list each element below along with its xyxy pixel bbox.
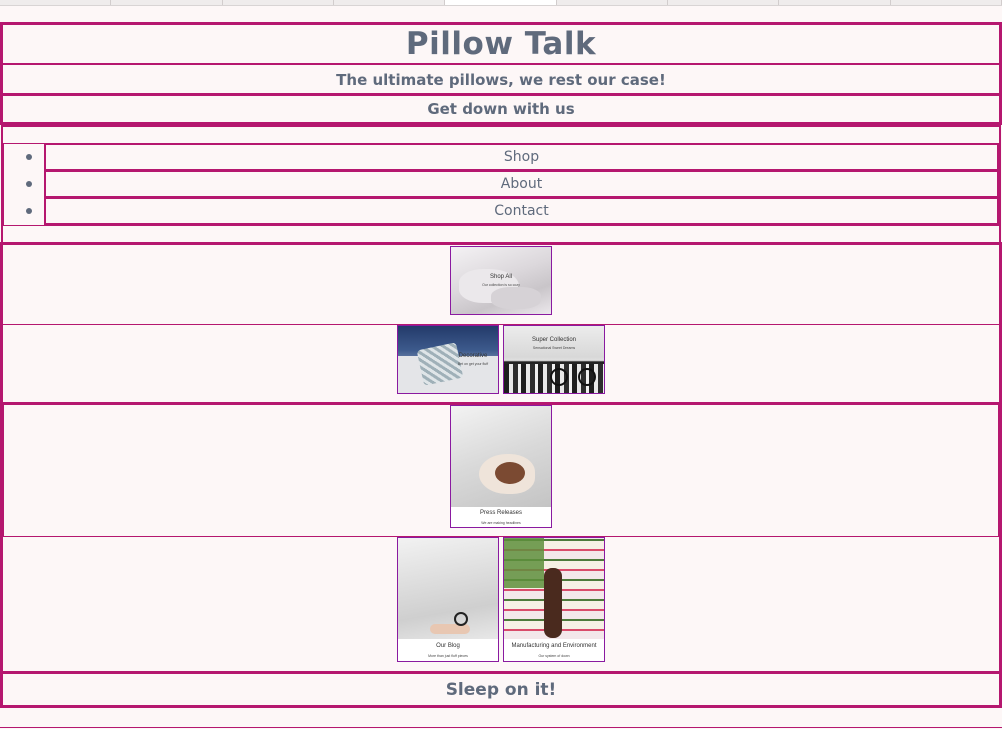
tile-our-blog[interactable]: Our Blog More than just fluff pieces [397,537,499,662]
browser-tab[interactable] [0,0,112,5]
page-title: Pillow Talk [405,26,597,62]
tile-title: Manufacturing and Environment [511,643,597,649]
subheading: Get down with us [427,100,575,118]
tile-subtitle: Sensational Sweet Dreams [532,346,576,350]
nav-item-contact[interactable]: Contact [44,197,999,225]
tagline-box: The ultimate pillows, we rest our case! [3,67,999,93]
tile-decorative[interactable]: Decorative Bet on get your fluff [397,325,499,394]
tile-subtitle: We are making headlines [481,521,521,525]
bullet-icon [26,181,32,187]
page-bottom-divider [0,727,1002,728]
manufacturing-image [504,538,604,639]
nav-item-label: Shop [503,149,540,165]
tile-title: Decorative [458,353,488,359]
tile-title: Press Releases [479,510,523,516]
tile-title: Super Collection [531,337,577,343]
tile-title: Shop All [489,274,513,280]
browser-tab[interactable] [111,0,223,5]
tile-subtitle: Our system of down [538,654,570,658]
tile-title: Our Blog [436,643,460,649]
nav-item-label: About [500,176,543,192]
tile-subtitle: More than just fluff pieces [428,654,468,658]
tile-press-releases[interactable]: Press Releases We are making headlines [450,405,552,528]
tile-shop-all[interactable]: Shop All Our collection is so cozy [450,246,552,315]
tile-manufacturing[interactable]: Manufacturing and Environment Our system… [503,537,605,662]
nav-item-about[interactable]: About [44,170,999,198]
tagline: The ultimate pillows, we rest our case! [336,71,666,89]
browser-tab-strip [0,0,1002,6]
browser-tab[interactable] [668,0,780,5]
browser-tab[interactable] [891,0,1002,5]
shop-all-image [451,247,551,314]
our-blog-image [398,538,498,639]
bullet-icon [26,154,32,160]
nav-item-label: Contact [494,203,549,219]
press-releases-image [451,406,551,507]
tile-subtitle: Bet on get your fluff [457,362,489,366]
bullet-icon [26,208,32,214]
browser-tab[interactable] [779,0,891,5]
tile-super-collection[interactable]: Super Collection Sensational Sweet Dream… [503,325,605,394]
footer-text: Sleep on it! [445,679,557,700]
browser-tab[interactable] [223,0,334,5]
title-box: Pillow Talk [3,25,999,65]
browser-tab[interactable] [334,0,446,5]
browser-tab[interactable] [557,0,668,5]
nav-item-shop[interactable]: Shop [44,143,999,171]
gallery-row [3,324,999,404]
footer: Sleep on it! [0,671,1002,708]
browser-tab-active[interactable] [445,0,557,5]
tile-subtitle: Our collection is so cozy [482,283,520,287]
decorative-image [398,326,498,393]
subheading-box: Get down with us [0,93,1002,125]
